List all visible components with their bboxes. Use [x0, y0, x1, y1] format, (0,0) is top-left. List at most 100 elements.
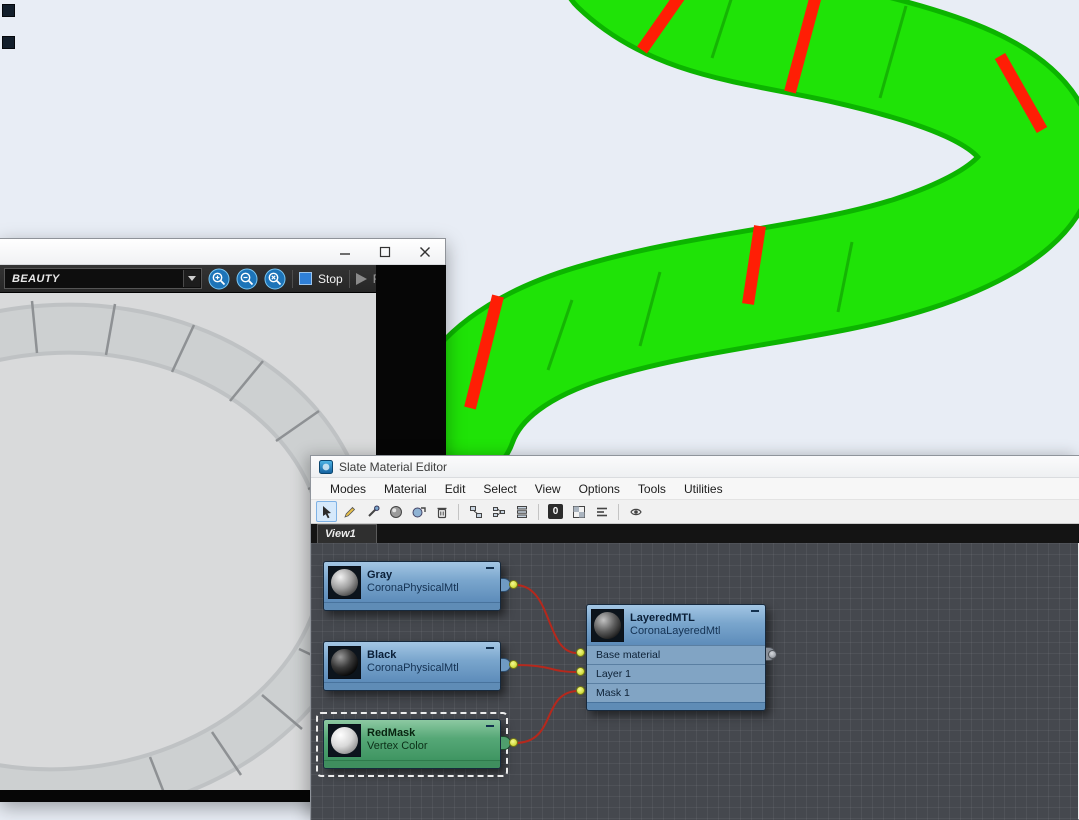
- node-subtitle: CoronaPhysicalMtl: [367, 582, 459, 594]
- input-socket-layer-1[interactable]: [576, 667, 585, 676]
- desktop: BEAUTY Stop Slate Material Editor Modes …: [0, 0, 1079, 820]
- node-footer: [324, 602, 500, 610]
- menu-utilities[interactable]: Utilities: [675, 479, 732, 499]
- node-footer: [587, 702, 765, 710]
- node-subtitle: CoronaPhysicalMtl: [367, 662, 459, 674]
- minimize-icon: [340, 253, 350, 255]
- menu-view[interactable]: View: [526, 479, 570, 499]
- node-layeredmtl[interactable]: LayeredMTL CoronaLayeredMtl Base materia…: [586, 604, 766, 711]
- node-title: LayeredMTL: [630, 611, 695, 624]
- slate-window-title: Slate Material Editor: [339, 459, 448, 474]
- node-title: RedMask: [367, 726, 416, 739]
- toolbar-separator: [348, 269, 350, 288]
- menu-material[interactable]: Material: [375, 479, 436, 499]
- slot-layer-1[interactable]: Layer 1: [587, 664, 765, 683]
- layout-all-icon[interactable]: [488, 501, 509, 522]
- region-render-icon[interactable]: [299, 272, 312, 285]
- viewport-corner-button-2[interactable]: [2, 36, 15, 49]
- node-redmask-header[interactable]: RedMask Vertex Color: [324, 720, 500, 760]
- node-gray[interactable]: Gray CoronaPhysicalMtl: [323, 561, 501, 611]
- collapse-icon[interactable]: [486, 647, 494, 649]
- close-button[interactable]: [405, 239, 445, 265]
- zoom-in-icon[interactable]: [208, 268, 230, 290]
- toolbar-separator: [292, 269, 293, 288]
- maximize-button[interactable]: [365, 239, 405, 265]
- view-tab[interactable]: View1: [317, 524, 377, 543]
- node-subtitle: Vertex Color: [367, 740, 428, 752]
- toolbar-separator: [458, 503, 459, 520]
- collapse-icon[interactable]: [751, 610, 759, 612]
- input-socket-base-material[interactable]: [576, 648, 585, 657]
- collapse-icon[interactable]: [486, 725, 494, 727]
- node-subtitle: CoronaLayeredMtl: [630, 625, 721, 637]
- wire-redmask-to-mask1[interactable]: [514, 690, 578, 744]
- close-icon: [420, 247, 430, 257]
- preview-toggle-icon[interactable]: [625, 501, 646, 522]
- slate-menubar: Modes Material Edit Select View Options …: [311, 478, 1079, 500]
- toolbar-separator: [538, 503, 539, 520]
- delete-icon[interactable]: [431, 501, 452, 522]
- node-black-header[interactable]: Black CoronaPhysicalMtl: [324, 642, 500, 682]
- viewport-corner-button-1[interactable]: [2, 4, 15, 17]
- output-socket-redmask[interactable]: [509, 738, 518, 747]
- render-window-titlebar[interactable]: [0, 239, 445, 265]
- channel-selector-value: BEAUTY: [12, 272, 60, 285]
- sphere-preview-icon: [331, 568, 358, 596]
- node-redmask[interactable]: RedMask Vertex Color: [323, 719, 501, 769]
- menu-edit[interactable]: Edit: [436, 479, 475, 499]
- slot-mask-1[interactable]: Mask 1: [587, 683, 765, 702]
- node-title: Gray: [367, 568, 393, 581]
- menu-tools[interactable]: Tools: [629, 479, 675, 499]
- zoom-out-icon[interactable]: [236, 268, 258, 290]
- select-tool-icon[interactable]: [316, 501, 337, 522]
- zero-badge: 0: [548, 504, 563, 519]
- output-socket-layeredmtl[interactable]: [768, 650, 777, 659]
- output-socket-gray[interactable]: [509, 580, 518, 589]
- slate-toolbar: 0: [311, 500, 1079, 524]
- channel-selector[interactable]: BEAUTY: [4, 268, 202, 289]
- node-title: Black: [367, 648, 397, 661]
- node-footer: [324, 682, 500, 690]
- sphere-preview-icon: [594, 611, 621, 639]
- node-black[interactable]: Black CoronaPhysicalMtl: [323, 641, 501, 691]
- minimize-button[interactable]: [325, 239, 365, 265]
- material-thumbnail: [328, 723, 361, 757]
- material-id-channel-icon[interactable]: 0: [545, 501, 566, 522]
- channel-dropdown-button[interactable]: [183, 270, 200, 287]
- node-gray-header[interactable]: Gray CoronaPhysicalMtl: [324, 562, 500, 602]
- layout-children-icon[interactable]: [511, 501, 532, 522]
- material-thumbnail: [591, 608, 624, 642]
- collapse-icon[interactable]: [486, 567, 494, 569]
- assign-material-icon[interactable]: [408, 501, 429, 522]
- slate-titlebar[interactable]: Slate Material Editor: [311, 456, 1079, 478]
- wire-black-to-layer1[interactable]: [514, 664, 578, 673]
- menu-options[interactable]: Options: [570, 479, 629, 499]
- slate-app-icon: [319, 459, 333, 474]
- input-socket-mask-1[interactable]: [576, 686, 585, 695]
- tube-green: [403, 0, 1079, 479]
- move-children-icon[interactable]: [465, 501, 486, 522]
- node-footer: [324, 760, 500, 768]
- node-canvas[interactable]: Gray CoronaPhysicalMtl Black CoronaPhysi…: [311, 543, 1078, 820]
- slate-material-editor-window: Slate Material Editor Modes Material Edi…: [310, 455, 1079, 820]
- menu-modes[interactable]: Modes: [321, 479, 375, 499]
- chevron-down-icon: [188, 276, 196, 281]
- slate-tabstrip: View1: [311, 524, 1079, 543]
- wire-gray-to-base[interactable]: [514, 584, 578, 654]
- hide-unused-nodeslots-icon[interactable]: [591, 501, 612, 522]
- node-layeredmtl-header[interactable]: LayeredMTL CoronaLayeredMtl: [587, 605, 765, 645]
- pick-material-icon[interactable]: [362, 501, 383, 522]
- zoom-reset-icon[interactable]: [264, 268, 286, 290]
- output-socket-black[interactable]: [509, 660, 518, 669]
- show-background-icon[interactable]: [568, 501, 589, 522]
- maximize-icon: [379, 246, 391, 258]
- slot-base-material[interactable]: Base material: [587, 645, 765, 664]
- pencil-icon[interactable]: [339, 501, 360, 522]
- stop-button[interactable]: Stop: [318, 272, 343, 286]
- material-sphere-icon[interactable]: [385, 501, 406, 522]
- render-play-icon: [355, 272, 367, 285]
- menu-select[interactable]: Select: [474, 479, 525, 499]
- toolbar-separator: [618, 503, 619, 520]
- sphere-preview-icon: [331, 648, 358, 676]
- material-thumbnail: [328, 645, 361, 679]
